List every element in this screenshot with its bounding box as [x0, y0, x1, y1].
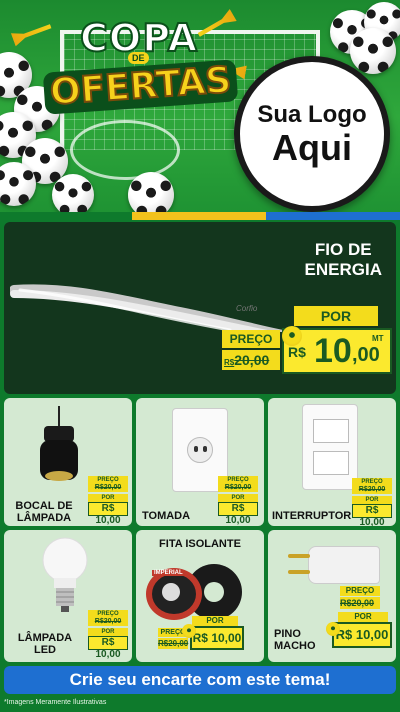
old-price: R$20,00 — [88, 618, 128, 626]
product-name-line2: MACHO — [274, 640, 316, 652]
new-price-decimal: ,00 — [352, 344, 380, 366]
old-price: R$20,00 — [218, 484, 258, 492]
title-ofertas: OFERTAS — [42, 59, 239, 115]
led-bulb-image — [42, 537, 88, 612]
soccer-ball-icon — [52, 174, 94, 212]
old-price: R$20,00 — [352, 486, 392, 494]
product-name: LÂMPADA LED — [8, 632, 82, 656]
product-name-line1: PINO — [274, 628, 301, 640]
title-de: DE — [128, 52, 149, 64]
old-price-currency: R$ — [224, 358, 235, 367]
soccer-ball-icon — [350, 28, 396, 74]
preco-label: PREÇO — [352, 478, 392, 486]
old-price: R$20,00 — [222, 350, 280, 370]
por-label: POR — [294, 306, 378, 326]
product-card-lampada-led[interactable]: LÂMPADA LED PREÇO R$20,00 POR R$ 10,00 — [4, 530, 132, 662]
product-name: FITA ISOLANTE — [136, 538, 264, 550]
electric-wire-image — [10, 284, 294, 332]
wire-brand-label: Corfio — [236, 304, 258, 313]
por-label: POR — [352, 496, 392, 504]
preco-label: PREÇO — [340, 586, 380, 596]
price-tag: PREÇO R$20,00 POR R$ 10,00 — [88, 476, 128, 526]
new-price-currency: R$ — [288, 344, 306, 360]
por-label: POR — [192, 616, 238, 626]
product-name-line1: TOMADA — [142, 510, 191, 522]
preco-label: PREÇO — [88, 476, 128, 484]
lamp-socket-image — [40, 406, 78, 481]
soccer-ball-icon — [282, 326, 302, 346]
switch-image — [302, 404, 358, 490]
tape-roll-image: IMPERIAL — [146, 562, 256, 622]
create-flyer-button[interactable]: Crie seu encarte com este tema! — [4, 666, 396, 694]
product-name-line2: LED — [34, 644, 56, 656]
price-tag: PREÇO R$20,00 POR R$ 10,00 — [88, 610, 128, 660]
old-price: R$20,00 — [88, 484, 128, 492]
product-name: BOCAL DE LÂMPADA — [8, 500, 80, 524]
logo-text-line2: Aqui — [272, 127, 352, 168]
product-name: INTERRUPTOR — [272, 510, 352, 522]
new-price: R$ 10,00 — [352, 504, 392, 526]
product-card-interruptor[interactable]: INTERRUPTOR PREÇO R$20,00 POR R$ 10,00 — [268, 398, 396, 526]
logo-text-line1: Sua Logo — [257, 101, 367, 128]
por-label: POR — [218, 494, 258, 502]
por-label: POR — [88, 494, 128, 502]
featured-product-card[interactable]: Corfio FIO DE ENERGIA POR PREÇO R$20,00 … — [4, 222, 396, 394]
soccer-ball-icon — [182, 624, 196, 638]
old-price: R$20,00 — [340, 597, 380, 609]
soccer-ball-icon — [0, 162, 36, 206]
old-price: R$20,00 — [158, 638, 189, 649]
por-label: POR — [88, 628, 128, 636]
preco-label: PREÇO — [218, 476, 258, 484]
header-banner: COPA DE OFERTAS Sua Logo Aqui — [0, 0, 400, 212]
new-price: R$ 10,00 — [218, 502, 258, 526]
soccer-ball-icon — [128, 172, 174, 212]
price-tag: PREÇO R$20,00 POR R$ 10,00 — [218, 476, 258, 526]
preco-label: PREÇO — [222, 330, 280, 348]
new-price-unit: MT — [372, 334, 384, 343]
featured-name-line1: FIO DE — [314, 240, 372, 259]
featured-product-name: FIO DE ENERGIA — [305, 240, 382, 280]
por-label: POR — [338, 612, 388, 622]
plug-image — [284, 540, 384, 590]
color-strip — [0, 212, 400, 220]
old-price-value: 20,00 — [234, 352, 270, 368]
preco-label: PREÇO — [88, 610, 128, 618]
featured-name-line2: ENERGIA — [304, 260, 382, 279]
campaign-title: COPA DE OFERTAS — [42, 17, 239, 118]
product-name: TOMADA — [142, 510, 212, 522]
disclaimer-text: *Imagens Meramente Ilustrativas — [4, 699, 107, 706]
logo-placeholder[interactable]: Sua Logo Aqui — [234, 56, 390, 212]
new-price: R$ 10,00 — [332, 622, 392, 648]
product-name-line1: LÂMPADA — [17, 632, 73, 644]
new-price: R$ 10,00 — [88, 502, 128, 526]
product-name-line1: FITA ISOLANTE — [159, 538, 241, 550]
price-tag: PREÇO R$20,00 POR R$ 10,00 — [352, 478, 392, 526]
product-name: PINO MACHO — [274, 628, 320, 652]
product-card-tomada[interactable]: TOMADA PREÇO R$20,00 POR R$ 10,00 — [136, 398, 264, 526]
new-price: R$ 10,00 — [190, 626, 244, 650]
product-name-line1: BOCAL DE — [15, 500, 73, 512]
product-card-bocal[interactable]: BOCAL DE LÂMPADA PREÇO R$20,00 POR R$ 10… — [4, 398, 132, 526]
product-name-line2: LÂMPADA — [16, 512, 72, 524]
soccer-ball-icon — [326, 622, 340, 636]
field-arc — [70, 120, 180, 180]
tape-brand-label: IMPERIAL — [152, 570, 185, 576]
new-price: R$ 10,00 — [88, 636, 128, 660]
product-card-fita-isolante[interactable]: FITA ISOLANTE IMPERIAL PREÇO R$20,00 POR… — [136, 530, 264, 662]
product-card-pino-macho[interactable]: PINO MACHO PREÇO R$20,00 POR R$ 10,00 — [268, 530, 396, 662]
new-price-integer: 10 — [314, 332, 352, 370]
product-name-line1: INTERRUPTOR — [272, 510, 352, 522]
